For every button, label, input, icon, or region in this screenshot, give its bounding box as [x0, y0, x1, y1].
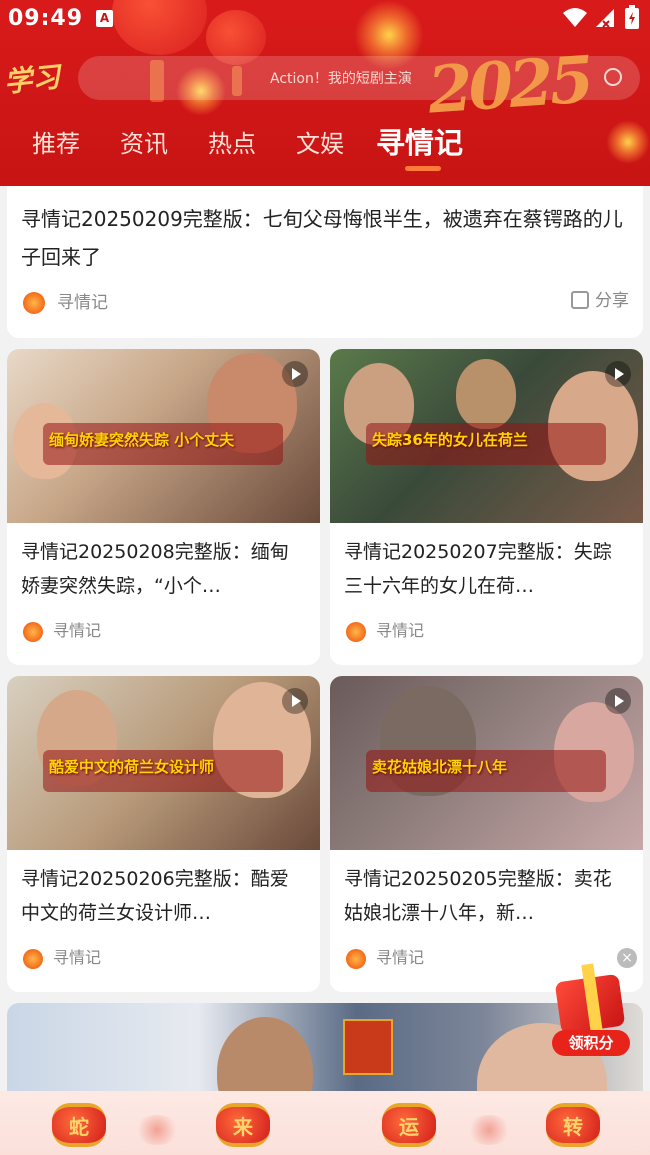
nav-item-label: 蛇	[69, 1115, 89, 1139]
nav-item-label: 来	[233, 1115, 253, 1139]
video-source[interactable]: 寻情记	[346, 617, 424, 642]
person-image	[217, 1017, 313, 1093]
tab-entertainment[interactable]: 文娱	[296, 124, 344, 159]
play-icon[interactable]	[282, 688, 308, 714]
share-icon	[571, 291, 589, 309]
reward-float-widget[interactable]: 领积分	[548, 960, 634, 1060]
feed-item-title[interactable]: 寻情记20250209完整版：七旬父母悔恨半生，被遗弃在蔡锷路的儿子回来了	[21, 200, 631, 276]
nav-item-label: 运	[399, 1115, 419, 1139]
nav-item-she[interactable]: 蛇	[52, 1099, 106, 1151]
status-bar: 09:49 A	[0, 0, 650, 40]
video-thumbnail[interactable]: 酷爱中文的荷兰女设计师	[7, 676, 320, 850]
person-image	[456, 359, 516, 429]
video-source[interactable]: 寻情记	[23, 944, 101, 969]
video-title[interactable]: 寻情记20250208完整版：缅甸娇妻突然失踪，“小个…	[21, 535, 306, 603]
status-time: 09:49	[8, 6, 84, 31]
claim-points-label[interactable]: 领积分	[552, 1030, 630, 1056]
thumbnail-caption: 卖花姑娘北漂十八年	[372, 758, 508, 776]
nav-item-zhuan[interactable]: 转	[546, 1099, 600, 1151]
thumbnail-caption: 缅甸娇妻突然失踪 小个丈夫	[49, 431, 235, 449]
play-icon[interactable]	[605, 688, 631, 714]
tab-news[interactable]: 资讯	[120, 124, 168, 159]
video-card[interactable]: 卖花姑娘北漂十八年 寻情记20250205完整版：卖花姑娘北漂十八年，新… 寻情…	[330, 676, 643, 992]
video-card[interactable]: 酷爱中文的荷兰女设计师 寻情记20250206完整版：酷爱中文的荷兰女设计师… …	[7, 676, 320, 992]
firework-decoration	[466, 1115, 512, 1145]
active-tab-indicator	[405, 166, 441, 171]
signal-icon	[596, 9, 614, 28]
notification-icon: A	[96, 10, 113, 27]
channel-logo-icon	[346, 948, 366, 969]
bottom-navigation: 蛇 来 运 转	[0, 1091, 650, 1155]
app-logo[interactable]: 学习	[2, 55, 62, 101]
tab-hot[interactable]: 热点	[208, 124, 256, 159]
channel-logo-icon	[23, 948, 43, 969]
battery-icon	[625, 5, 639, 29]
video-thumbnail[interactable]: 缅甸娇妻突然失踪 小个丈夫	[7, 349, 320, 523]
channel-logo-icon	[23, 292, 45, 314]
wifi-icon	[563, 8, 587, 27]
thumbnail-caption: 失踪36年的女儿在荷兰	[372, 431, 528, 449]
tab-recommend[interactable]: 推荐	[32, 124, 80, 159]
app-header: 09:49 A 学习 Action！我的短剧主演 2025 推荐 资讯 热点 文…	[0, 0, 650, 186]
channel-logo-icon	[346, 621, 366, 642]
video-card[interactable]: 失踪36年的女儿在荷兰 寻情记20250207完整版：失踪三十六年的女儿在荷… …	[330, 349, 643, 665]
share-button[interactable]: 分享	[571, 286, 629, 311]
video-thumbnail[interactable]: 卖花姑娘北漂十八年	[330, 676, 643, 850]
video-title[interactable]: 寻情记20250207完整版：失踪三十六年的女儿在荷…	[344, 535, 629, 603]
video-title[interactable]: 寻情记20250206完整版：酷爱中文的荷兰女设计师…	[21, 862, 306, 930]
video-source[interactable]: 寻情记	[346, 944, 424, 969]
video-source[interactable]: 寻情记	[23, 617, 101, 642]
tab-xunqingji[interactable]: 寻情记	[376, 120, 463, 162]
video-card[interactable]: 缅甸娇妻突然失踪 小个丈夫 寻情记20250208完整版：缅甸娇妻突然失踪，“小…	[7, 349, 320, 665]
channel-logo-icon	[23, 621, 43, 642]
category-tabs: 推荐 资讯 热点 文娱 寻情记	[0, 118, 650, 171]
thumbnail-caption: 酷爱中文的荷兰女设计师	[49, 758, 215, 776]
nav-item-lai[interactable]: 来	[216, 1099, 270, 1151]
video-title[interactable]: 寻情记20250205完整版：卖花姑娘北漂十八年，新…	[344, 862, 629, 930]
year-2025-decoration: 2025	[425, 42, 593, 129]
firework-decoration	[134, 1115, 180, 1145]
channel-badge	[343, 1019, 393, 1075]
feed-item-top[interactable]: 寻情记20250209完整版：七旬父母悔恨半生，被遗弃在蔡锷路的儿子回来了 寻情…	[7, 186, 643, 338]
play-icon[interactable]	[605, 361, 631, 387]
search-placeholder: Action！我的短剧主演	[270, 71, 412, 87]
nav-item-yun[interactable]: 运	[382, 1099, 436, 1151]
play-icon[interactable]	[282, 361, 308, 387]
feed-item-source[interactable]: 寻情记	[23, 288, 108, 314]
search-icon[interactable]	[604, 68, 622, 86]
video-thumbnail[interactable]: 失踪36年的女儿在荷兰	[330, 349, 643, 523]
nav-item-label: 转	[563, 1115, 583, 1139]
